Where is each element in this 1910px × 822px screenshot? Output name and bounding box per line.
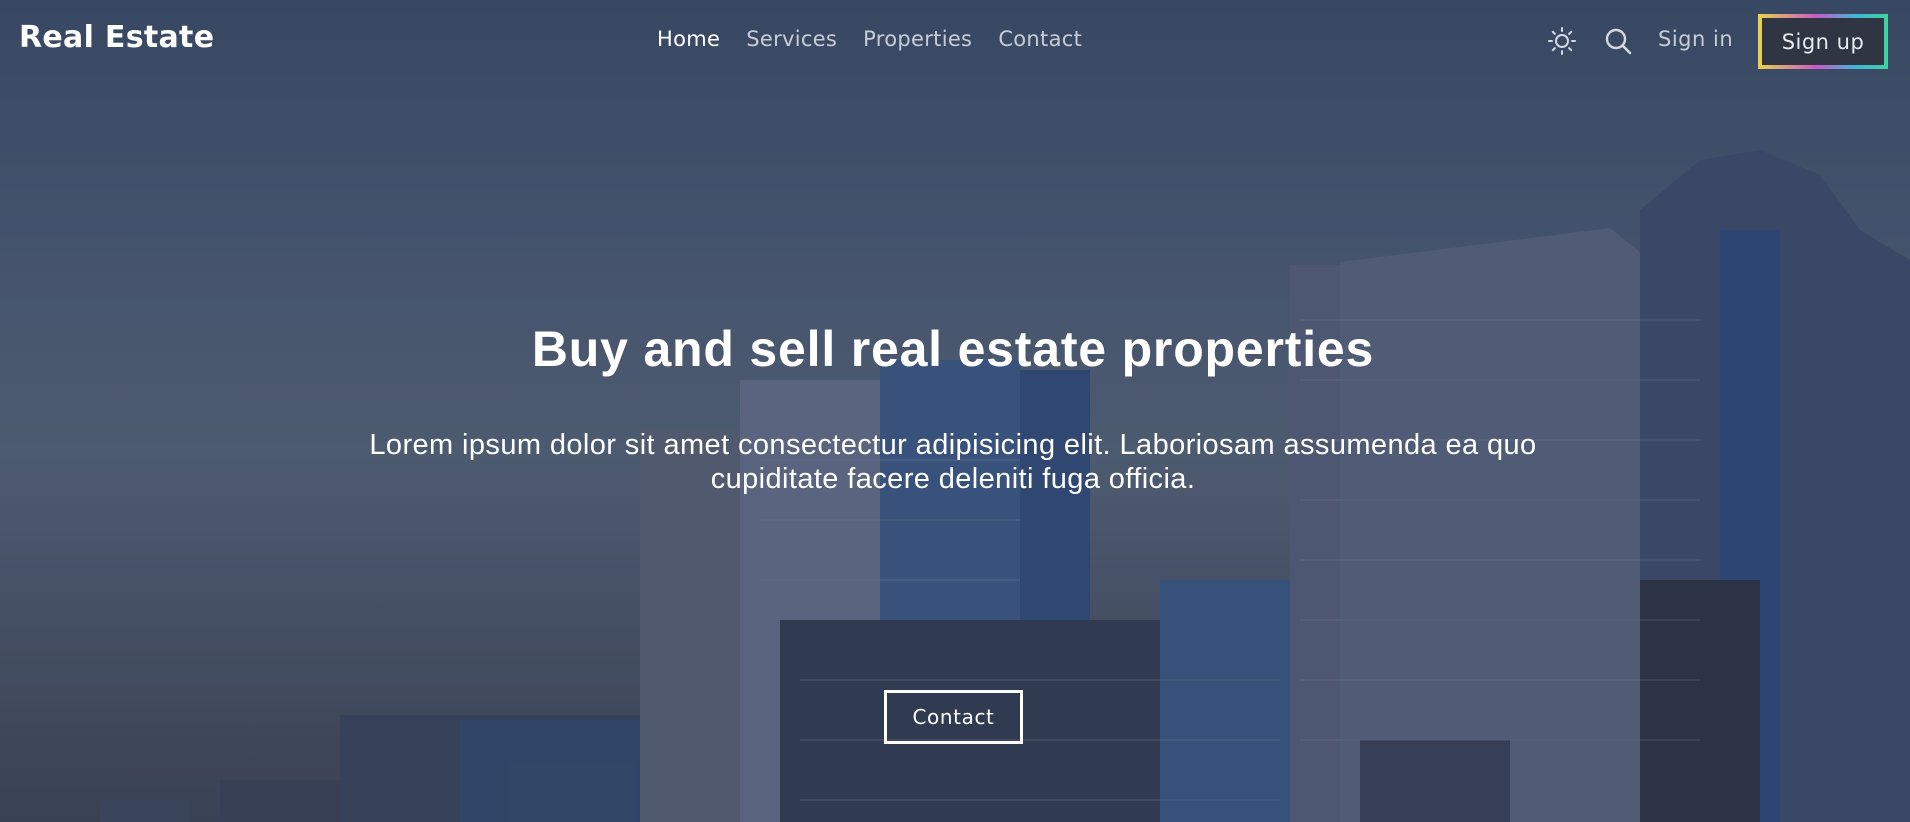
nav-link-contact[interactable]: Contact: [998, 27, 1082, 51]
top-navbar: Real Estate Home Services Properties Con…: [0, 0, 1910, 82]
site-logo[interactable]: Real Estate: [19, 20, 214, 55]
nav-link-properties[interactable]: Properties: [863, 27, 972, 51]
search-icon[interactable]: [1604, 27, 1632, 55]
sun-icon[interactable]: [1547, 26, 1577, 56]
sign-up-label: Sign up: [1762, 18, 1884, 65]
contact-button[interactable]: Contact: [884, 690, 1023, 744]
hero-title: Buy and sell real estate properties: [531, 321, 1375, 377]
hero-section: Real Estate Home Services Properties Con…: [0, 0, 1910, 822]
hero-description: Lorem ipsum dolor sit amet consectectur …: [369, 429, 1537, 495]
main-menu: Home Services Properties Contact: [657, 27, 1108, 51]
sign-in-link[interactable]: Sign in: [1658, 27, 1733, 51]
sign-up-button[interactable]: Sign up: [1758, 14, 1888, 69]
nav-link-home[interactable]: Home: [657, 27, 720, 51]
nav-link-services[interactable]: Services: [746, 27, 837, 51]
